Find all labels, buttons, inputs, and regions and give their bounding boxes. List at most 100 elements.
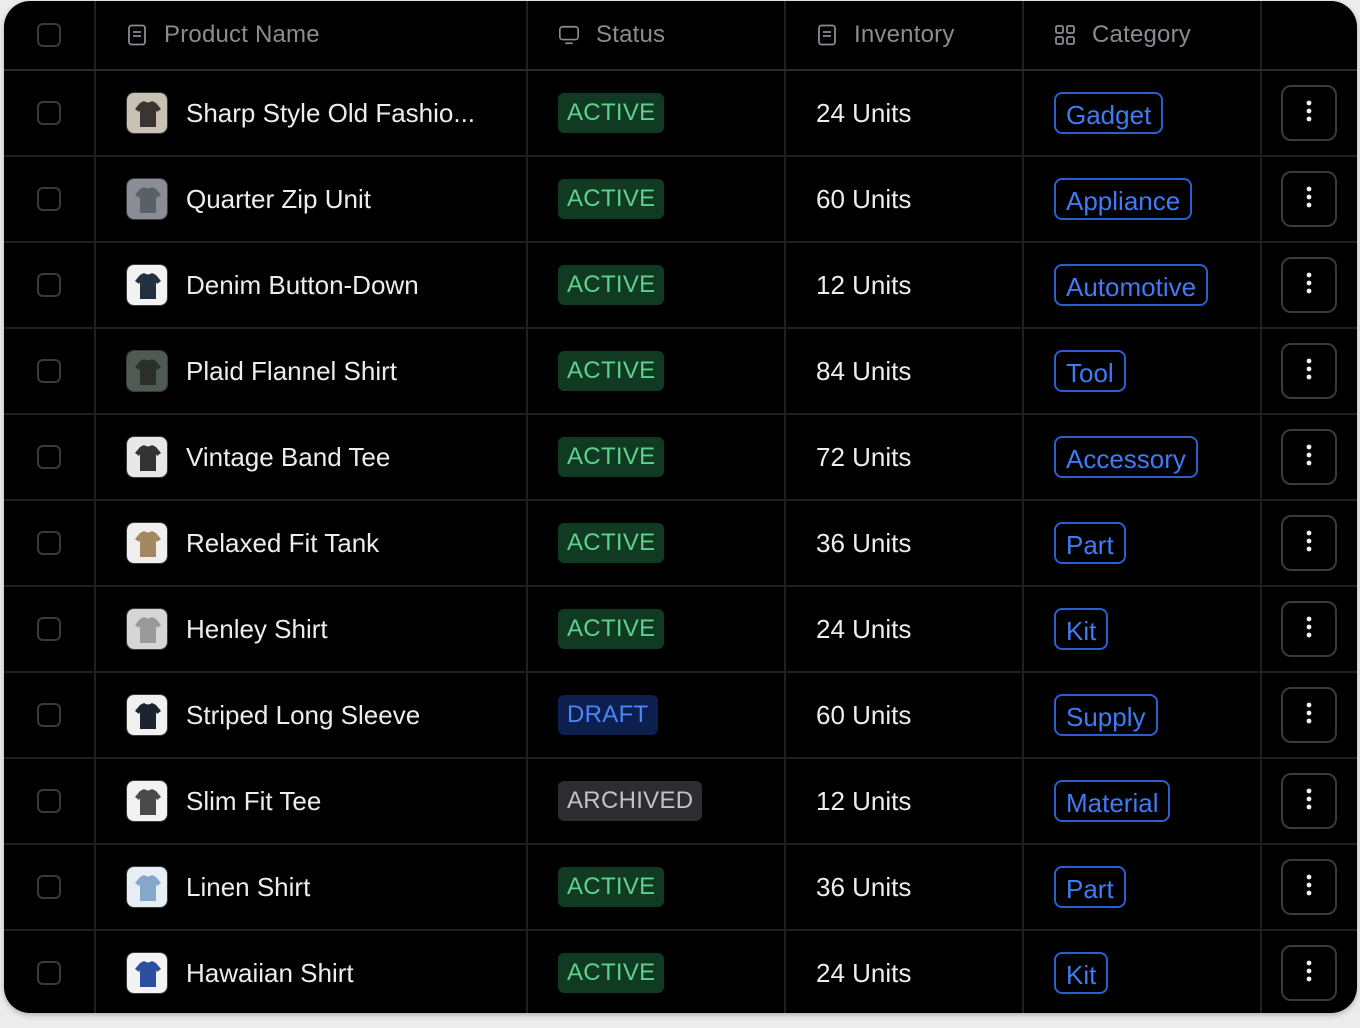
table-row[interactable]: Striped Long Sleeve DRAFT 60 Units Suppl… xyxy=(4,673,1357,759)
product-thumbnail xyxy=(126,264,168,306)
inventory-cell: 60 Units xyxy=(785,157,1023,241)
row-checkbox[interactable] xyxy=(37,359,61,383)
category-tag[interactable]: Part xyxy=(1054,866,1126,908)
actions-cell xyxy=(1261,759,1357,843)
select-all-checkbox[interactable] xyxy=(37,23,61,47)
product-thumbnail xyxy=(126,522,168,564)
row-actions-button[interactable] xyxy=(1281,343,1337,399)
row-actions-button[interactable] xyxy=(1281,257,1337,313)
category-tag[interactable]: Appliance xyxy=(1054,178,1193,220)
more-vertical-icon xyxy=(1306,186,1312,213)
product-name: Hawaiian Shirt xyxy=(186,957,354,988)
header-product-name[interactable]: Product Name xyxy=(94,1,527,69)
row-actions-button[interactable] xyxy=(1281,773,1337,829)
product-name-cell: Striped Long Sleeve xyxy=(94,673,527,757)
table-row[interactable]: Henley Shirt ACTIVE 24 Units Kit xyxy=(4,587,1357,673)
product-thumbnail xyxy=(126,780,168,822)
status-badge: ACTIVE xyxy=(558,93,665,133)
inventory-cell: 36 Units xyxy=(785,845,1023,929)
actions-cell xyxy=(1261,329,1357,413)
table-row[interactable]: Plaid Flannel Shirt ACTIVE 84 Units Tool xyxy=(4,329,1357,415)
row-actions-button[interactable] xyxy=(1281,515,1337,571)
row-actions-button[interactable] xyxy=(1281,601,1337,657)
row-select-cell xyxy=(4,329,94,413)
row-actions-button[interactable] xyxy=(1281,85,1337,141)
row-checkbox[interactable] xyxy=(37,531,61,555)
category-tag[interactable]: Accessory xyxy=(1054,436,1198,478)
row-checkbox[interactable] xyxy=(37,789,61,813)
product-name-cell: Henley Shirt xyxy=(94,587,527,671)
row-actions-button[interactable] xyxy=(1281,687,1337,743)
table-row[interactable]: Quarter Zip Unit ACTIVE 60 Units Applian… xyxy=(4,157,1357,243)
products-table: Product Name Status Inventory Category S… xyxy=(4,1,1357,1013)
header-status[interactable]: Status xyxy=(527,1,785,69)
header-label: Category xyxy=(1092,21,1191,48)
row-actions-button[interactable] xyxy=(1281,429,1337,485)
table-row[interactable]: Relaxed Fit Tank ACTIVE 36 Units Part xyxy=(4,501,1357,587)
product-thumbnail xyxy=(126,92,168,134)
table-row[interactable]: Slim Fit Tee ARCHIVED 12 Units Material xyxy=(4,759,1357,845)
status-badge: ACTIVE xyxy=(558,609,665,649)
status-cell: ACTIVE xyxy=(527,243,785,327)
row-checkbox[interactable] xyxy=(37,617,61,641)
category-tag[interactable]: Kit xyxy=(1054,952,1109,994)
row-actions-button[interactable] xyxy=(1281,859,1337,915)
status-badge: ACTIVE xyxy=(558,351,665,391)
table-row[interactable]: Linen Shirt ACTIVE 36 Units Part xyxy=(4,845,1357,931)
actions-cell xyxy=(1261,501,1357,585)
product-thumbnail xyxy=(126,178,168,220)
category-cell: Material xyxy=(1023,759,1261,843)
actions-cell xyxy=(1261,587,1357,671)
header-inventory[interactable]: Inventory xyxy=(785,1,1023,69)
product-name: Quarter Zip Unit xyxy=(186,183,371,214)
table-row[interactable]: Hawaiian Shirt ACTIVE 24 Units Kit xyxy=(4,931,1357,1013)
category-cell: Gadget xyxy=(1023,71,1261,155)
category-tag[interactable]: Supply xyxy=(1054,694,1158,736)
product-name: Vintage Band Tee xyxy=(186,441,391,472)
row-select-cell xyxy=(4,673,94,757)
row-checkbox[interactable] xyxy=(37,101,61,125)
product-name: Striped Long Sleeve xyxy=(186,699,421,730)
product-name: Slim Fit Tee xyxy=(186,785,322,816)
row-checkbox[interactable] xyxy=(37,273,61,297)
row-checkbox[interactable] xyxy=(37,445,61,469)
more-vertical-icon xyxy=(1306,530,1312,557)
category-tag[interactable]: Kit xyxy=(1054,608,1109,650)
category-tag[interactable]: Gadget xyxy=(1054,92,1164,134)
table-row[interactable]: Sharp Style Old Fashio... ACTIVE 24 Unit… xyxy=(4,71,1357,157)
product-name-cell: Quarter Zip Unit xyxy=(94,157,527,241)
row-checkbox[interactable] xyxy=(37,703,61,727)
product-thumbnail xyxy=(126,350,168,392)
status-cell: ACTIVE xyxy=(527,587,785,671)
table-row[interactable]: Denim Button-Down ACTIVE 12 Units Automo… xyxy=(4,243,1357,329)
row-actions-button[interactable] xyxy=(1281,171,1337,227)
row-actions-button[interactable] xyxy=(1281,945,1337,1001)
product-name-cell: Linen Shirt xyxy=(94,845,527,929)
category-tag[interactable]: Part xyxy=(1054,522,1126,564)
inventory-value: 24 Units xyxy=(816,613,912,644)
status-badge: ACTIVE xyxy=(558,437,665,477)
category-tag[interactable]: Material xyxy=(1054,780,1171,822)
category-cell: Part xyxy=(1023,501,1261,585)
inventory-value: 24 Units xyxy=(816,97,912,128)
row-checkbox[interactable] xyxy=(37,961,61,985)
product-name-cell: Hawaiian Shirt xyxy=(94,931,527,1013)
more-vertical-icon xyxy=(1306,358,1312,385)
product-name-cell: Relaxed Fit Tank xyxy=(94,501,527,585)
inventory-cell: 60 Units xyxy=(785,673,1023,757)
row-checkbox[interactable] xyxy=(37,187,61,211)
category-tag[interactable]: Automotive xyxy=(1054,264,1209,306)
category-cell: Part xyxy=(1023,845,1261,929)
header-category[interactable]: Category xyxy=(1023,1,1261,69)
inventory-value: 72 Units xyxy=(816,441,912,472)
category-tag[interactable]: Tool xyxy=(1054,350,1126,392)
grid-icon xyxy=(1054,24,1076,46)
document-icon xyxy=(126,24,148,46)
inventory-value: 24 Units xyxy=(816,957,912,988)
status-cell: ARCHIVED xyxy=(527,759,785,843)
table-row[interactable]: Vintage Band Tee ACTIVE 72 Units Accesso… xyxy=(4,415,1357,501)
product-name: Henley Shirt xyxy=(186,613,328,644)
row-checkbox[interactable] xyxy=(37,875,61,899)
status-cell: ACTIVE xyxy=(527,329,785,413)
inventory-value: 36 Units xyxy=(816,871,912,902)
